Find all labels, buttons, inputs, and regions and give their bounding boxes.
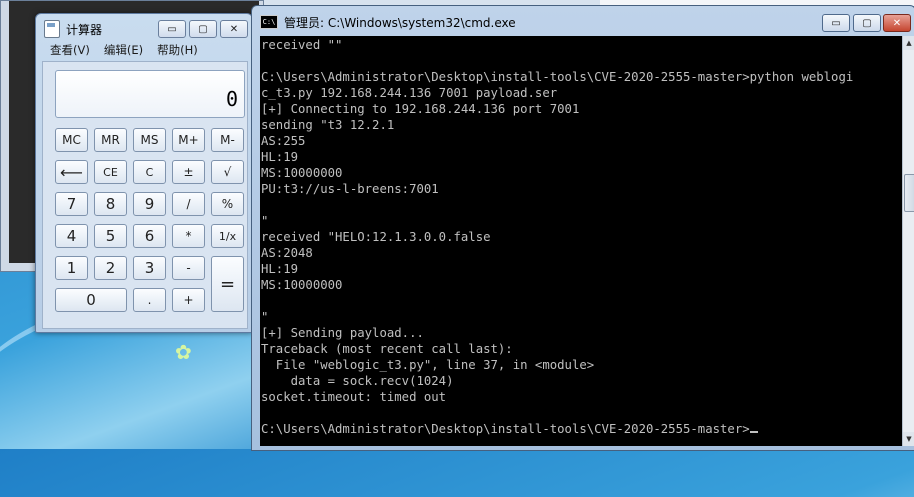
calculator-body: 0 MC MR MS M+ M- ⟵ CE C ± √ 7 8 9 / % 4 … <box>42 61 248 329</box>
minimize-icon: ▭ <box>831 17 841 29</box>
cmd-app-icon: C:\ <box>260 15 278 29</box>
scroll-thumb[interactable] <box>904 174 914 212</box>
key-sqrt[interactable]: √ <box>211 160 244 184</box>
key-2[interactable]: 2 <box>94 256 127 280</box>
console-line: PU:t3://us-l-breens:7001 <box>261 182 439 196</box>
key-mr[interactable]: MR <box>94 128 127 152</box>
calculator-maximize-button[interactable]: ▢ <box>189 20 217 38</box>
cmd-minimize-button[interactable]: ▭ <box>822 14 850 32</box>
display-value: 0 <box>225 87 238 111</box>
key-dot[interactable]: . <box>133 288 166 312</box>
cmd-titlebar: C:\ 管理员: C:\Windows\system32\cmd.exe <box>260 12 516 32</box>
console-line: [+] Sending payload... <box>261 326 424 340</box>
console-prompt: C:\Users\Administrator\Desktop\install-t… <box>261 422 750 436</box>
calculator-menubar: 查看(V) 编辑(E) 帮助(H) <box>36 40 252 60</box>
key-8[interactable]: 8 <box>94 192 127 216</box>
key-0[interactable]: 0 <box>55 288 127 312</box>
console-line: HL:19 <box>261 150 299 164</box>
key-mplus[interactable]: M+ <box>172 128 205 152</box>
calculator-minimize-button[interactable]: ▭ <box>158 20 186 38</box>
calculator-title: 计算器 <box>66 22 103 37</box>
console-prompt-line: C:\Users\Administrator\Desktop\install-t… <box>261 421 758 437</box>
console-line: [+] Connecting to 192.168.244.136 port 7… <box>261 102 580 116</box>
console-line: HL:19 <box>261 262 299 276</box>
key-c[interactable]: C <box>133 160 166 184</box>
menu-help[interactable]: 帮助(H) <box>157 42 198 58</box>
console-line: data = sock.recv(1024) <box>261 374 454 388</box>
text-cursor <box>749 431 758 433</box>
key-multiply[interactable]: * <box>172 224 205 248</box>
calculator-titlebar: 计算器 <box>44 19 102 39</box>
close-icon: ✕ <box>892 17 902 29</box>
key-9[interactable]: 9 <box>133 192 166 216</box>
console-line: MS:10000000 <box>261 278 343 292</box>
console-scrollbar[interactable]: ▲ ▼ <box>902 36 914 446</box>
console-line: AS:255 <box>261 134 306 148</box>
key-mc[interactable]: MC <box>55 128 88 152</box>
cmd-close-button[interactable]: ✕ <box>883 14 911 32</box>
calculator-close-button[interactable]: ✕ <box>220 20 248 38</box>
calculator-display: 0 <box>55 70 245 118</box>
key-ce[interactable]: CE <box>94 160 127 184</box>
scroll-down-icon[interactable]: ▼ <box>903 432 914 446</box>
key-ms[interactable]: MS <box>133 128 166 152</box>
console-line: received "" <box>261 38 343 52</box>
console-line: AS:2048 <box>261 246 313 260</box>
key-minus[interactable]: - <box>172 256 205 280</box>
console-line: MS:10000000 <box>261 166 343 180</box>
cmd-maximize-button[interactable]: ▢ <box>853 14 881 32</box>
key-reciprocal[interactable]: 1/x <box>211 224 244 248</box>
console-output[interactable]: received "" C:\Users\Administrator\Deskt… <box>260 36 902 446</box>
console-line: socket.timeout: timed out <box>261 390 447 404</box>
console-line: File "weblogic_t3.py", line 37, in <modu… <box>261 358 595 372</box>
menu-view[interactable]: 查看(V) <box>50 42 90 58</box>
key-backspace[interactable]: ⟵ <box>55 160 88 184</box>
calculator-window: 计算器 ▭ ▢ ✕ 查看(V) 编辑(E) 帮助(H) 0 MC MR MS M… <box>35 13 253 333</box>
console-line: Traceback (most recent call last): <box>261 342 513 356</box>
close-icon: ✕ <box>229 23 239 35</box>
calculator-app-icon <box>44 20 60 38</box>
key-7[interactable]: 7 <box>55 192 88 216</box>
console-line: c_t3.py 192.168.244.136 7001 payload.ser <box>261 86 558 100</box>
cmd-title: 管理员: C:\Windows\system32\cmd.exe <box>284 15 516 30</box>
console-line: received "HELO:12.1.3.0.0.false <box>261 230 491 244</box>
cmd-window: C:\ 管理员: C:\Windows\system32\cmd.exe ▭ ▢… <box>251 5 914 451</box>
key-6[interactable]: 6 <box>133 224 166 248</box>
minimize-icon: ▭ <box>167 23 177 35</box>
console-line: C:\Users\Administrator\Desktop\install-t… <box>261 70 854 84</box>
maximize-icon: ▢ <box>862 17 872 29</box>
key-plus[interactable]: + <box>172 288 205 312</box>
key-plusminus[interactable]: ± <box>172 160 205 184</box>
console-line: " <box>261 310 269 324</box>
menu-edit[interactable]: 编辑(E) <box>104 42 143 58</box>
key-mminus[interactable]: M- <box>211 128 244 152</box>
maximize-icon: ▢ <box>198 23 208 35</box>
key-1[interactable]: 1 <box>55 256 88 280</box>
scroll-up-icon[interactable]: ▲ <box>903 36 914 50</box>
console-line: sending "t3 12.2.1 <box>261 118 395 132</box>
console-line: " <box>261 214 269 228</box>
wallpaper-leaf-icon: ✿ <box>175 340 192 364</box>
key-percent[interactable]: % <box>211 192 244 216</box>
key-divide[interactable]: / <box>172 192 205 216</box>
key-5[interactable]: 5 <box>94 224 127 248</box>
key-4[interactable]: 4 <box>55 224 88 248</box>
key-equals[interactable]: = <box>211 256 244 312</box>
key-3[interactable]: 3 <box>133 256 166 280</box>
